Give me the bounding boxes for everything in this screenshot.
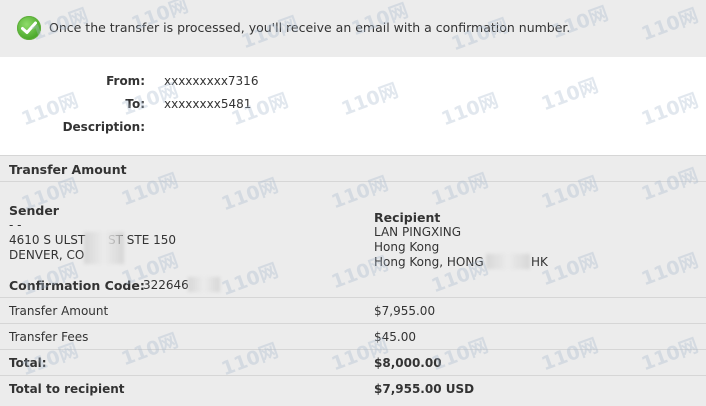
transfer-details: From: xxxxxxxxx7316 To: xxxxxxxx5481 Des… xyxy=(0,57,706,155)
success-check-icon xyxy=(17,16,41,40)
confirmation-label: Confirmation Code: xyxy=(9,278,145,293)
summary-value: $7,955.00 xyxy=(374,304,436,318)
total-label: Total: xyxy=(9,356,47,370)
recipient-city: Hong Kong xyxy=(374,240,440,254)
summary-row: Transfer Amount $7,955.00 xyxy=(0,297,706,323)
total-to-recipient-value: $7,955.00 USD xyxy=(374,382,475,396)
transfer-amount-header: Transfer Amount xyxy=(0,155,706,181)
redaction-blur xyxy=(84,232,124,264)
sender-line1: - - xyxy=(9,218,22,232)
parties-section: Sender - - 4610 S ULST ST STE 150 DENVER… xyxy=(0,181,706,297)
summary-label: Transfer Amount xyxy=(9,304,109,318)
total-value: $8,000.00 xyxy=(374,356,442,370)
recipient-name: LAN PINGXING xyxy=(374,225,462,239)
sender-address-part1: 4610 S ULST xyxy=(9,233,86,247)
summary-row: Total to recipient $7,955.00 USD xyxy=(0,375,706,406)
from-row: From: xyxy=(0,74,145,90)
transfer-amount-title: Transfer Amount xyxy=(9,162,127,177)
recipient-address-part2: HK xyxy=(531,255,548,269)
description-row: Description: xyxy=(0,120,145,136)
description-label: Description: xyxy=(62,120,145,134)
from-label: From: xyxy=(106,74,145,88)
redaction-blur xyxy=(188,277,220,292)
summary-value: $45.00 xyxy=(374,330,416,344)
summary-label: Transfer Fees xyxy=(9,330,89,344)
to-label: To: xyxy=(125,97,145,111)
recipient-address-part1: Hong Kong, HONG xyxy=(374,255,484,269)
to-account: xxxxxxxx5481 xyxy=(164,97,252,111)
from-account: xxxxxxxxx7316 xyxy=(164,74,259,88)
total-to-recipient-label: Total to recipient xyxy=(9,382,125,396)
to-row: To: xyxy=(0,97,145,113)
summary-row: Transfer Fees $45.00 xyxy=(0,323,706,349)
confirmation-code: 322646 xyxy=(143,278,189,292)
sender-title: Sender xyxy=(9,203,59,218)
sender-city: DENVER, CO xyxy=(9,248,85,262)
redaction-blur xyxy=(486,254,530,269)
confirmation-notice: Once the transfer is processed, you'll r… xyxy=(0,0,706,57)
summary-row: Total: $8,000.00 xyxy=(0,349,706,375)
recipient-title: Recipient xyxy=(374,210,441,225)
notice-message: Once the transfer is processed, you'll r… xyxy=(49,20,571,35)
